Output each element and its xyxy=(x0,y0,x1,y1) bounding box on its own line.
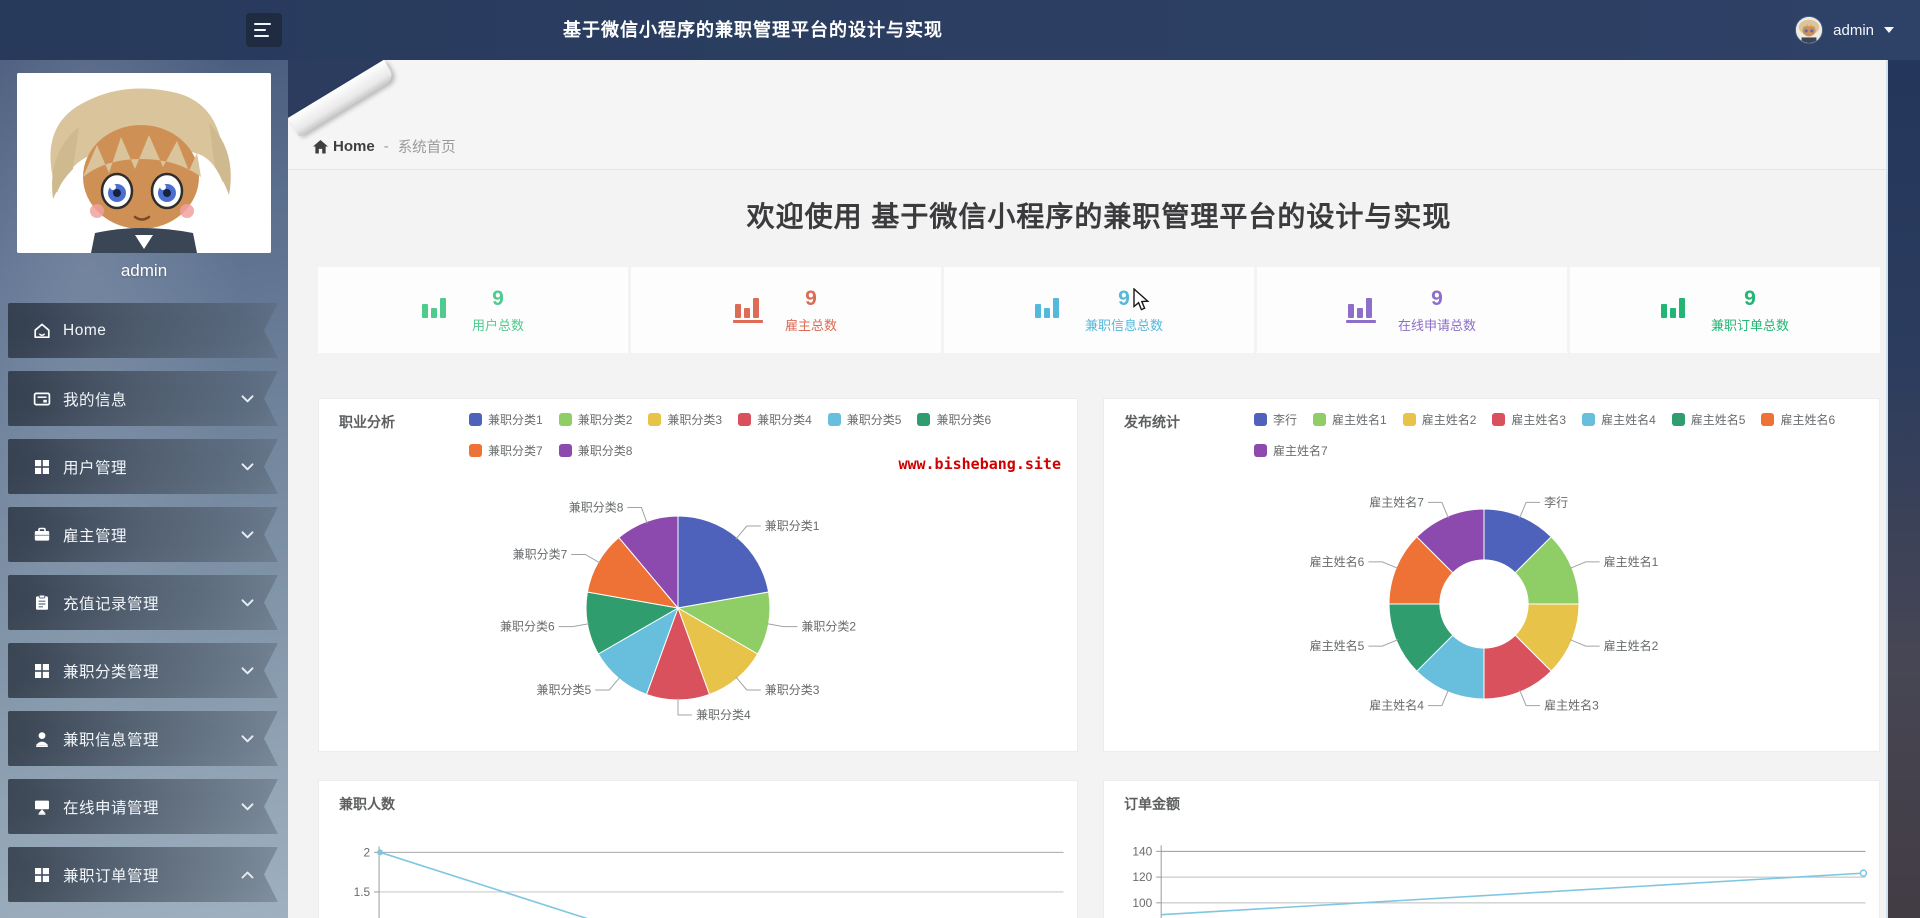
grid-icon xyxy=(32,661,52,681)
breadcrumb-current: 系统首页 xyxy=(397,140,456,156)
stat-label: 在线申请总数 xyxy=(1397,317,1476,333)
sidebar-item-employer-mgmt[interactable]: 雇主管理 xyxy=(8,507,278,562)
stat-label: 雇主总数 xyxy=(784,317,837,333)
svg-text:1.5: 1.5 xyxy=(354,885,371,899)
breadcrumb-home-link[interactable]: Home xyxy=(313,138,375,155)
bar-chart-icon xyxy=(1034,297,1059,323)
svg-text:兼职分类6: 兼职分类6 xyxy=(500,620,555,634)
svg-text:2: 2 xyxy=(364,845,371,859)
panel-career-analysis: 职业分析 兼职分类1 兼职分类2 兼职分类3 兼职分类4 兼职分类5 兼职分类6 兼职分类7… xyxy=(318,398,1078,752)
top-bar: 基于微信小程序的兼职管理平台的设计与实现 admin xyxy=(0,0,1920,60)
user-avatar xyxy=(1795,16,1824,44)
svg-text:兼职分类3: 兼职分类3 xyxy=(765,683,820,697)
svg-text:兼职分类2: 兼职分类2 xyxy=(801,620,856,634)
sidebar-item-job-orders[interactable]: 兼职订单管理 xyxy=(8,847,278,902)
stat-label: 兼职信息总数 xyxy=(1084,317,1163,333)
svg-text:雇主姓名7: 雇主姓名7 xyxy=(1369,494,1424,509)
page-title: 欢迎使用 基于微信小程序的兼职管理平台的设计与实现 xyxy=(746,201,1452,232)
stat-card-4: 9 在线申请总数 xyxy=(1257,267,1567,353)
sidebar: admin Home 我的信息用户管理雇主管理充值记录管理 兼职分类管理 兼职信息管理… xyxy=(0,60,288,918)
sidebar-item-online-apply[interactable]: 在线申请管理 xyxy=(8,779,278,834)
home-icon xyxy=(32,321,52,341)
stat-value: 9 xyxy=(1118,287,1150,311)
donut-chart: 李行雇主姓名1 雇主姓名2 雇主姓名3 雇主姓名4 雇主姓名5 雇主姓名6 雇主姓名7 xyxy=(1310,494,1659,713)
grid-icon xyxy=(32,457,52,477)
sidebar-nav: Home 我的信息用户管理雇主管理充值记录管理 兼职分类管理 兼职信息管理 在线申请管理… xyxy=(0,303,288,902)
username-label: admin xyxy=(1833,21,1874,39)
grid-icon xyxy=(32,865,52,885)
line-chart: 21.5 xyxy=(354,845,1064,918)
bar-chart-icon xyxy=(1345,297,1376,323)
breadcrumb-strip: Home - 系统首页 xyxy=(288,60,1886,170)
chevron-down-icon xyxy=(241,734,254,743)
svg-text:雇主姓名3: 雇主姓名3 xyxy=(1544,698,1599,713)
svg-text:兼职分类4: 兼职分类4 xyxy=(696,708,751,722)
panel-order-amount: 订单金额 140 120 100 xyxy=(1103,780,1880,918)
sidebar-item-home[interactable]: Home xyxy=(8,303,278,358)
sidebar-item-my-info[interactable]: 我的信息 xyxy=(8,371,278,426)
stat-value: 9 xyxy=(1431,286,1443,310)
chevron-down-icon xyxy=(241,598,254,607)
stat-card-2: 9 雇主总数 xyxy=(631,267,941,353)
svg-text:雇主姓名6: 雇主姓名6 xyxy=(1310,554,1365,569)
svg-text:兼职分类1: 兼职分类1 xyxy=(765,519,820,533)
stat-label: 用户总数 xyxy=(471,317,524,333)
svg-text:100: 100 xyxy=(1132,896,1152,910)
svg-text:李行: 李行 xyxy=(1544,494,1568,509)
sidebar-username: admin xyxy=(120,261,168,280)
app-title: 基于微信小程序的兼职管理平台的设计与实现 xyxy=(563,20,943,40)
stat-card-1: 9 用户总数 xyxy=(318,267,628,353)
sidebar-item-job-category[interactable]: 兼职分类管理 xyxy=(8,643,278,698)
chevron-down-icon xyxy=(241,462,254,471)
panel-publish-stats: 发布统计 李行 雇主姓名1 雇主姓名2 雇主姓名3 雇主姓名4 雇主姓名5 雇主姓名6 雇主姓… xyxy=(1103,398,1880,752)
line-chart: 140 120 100 xyxy=(1132,844,1868,918)
svg-text:兼职分类8: 兼职分类8 xyxy=(569,500,624,514)
home-icon xyxy=(313,139,328,154)
svg-text:140: 140 xyxy=(1132,844,1152,858)
svg-text:兼职分类5: 兼职分类5 xyxy=(537,683,592,697)
sidebar-item-job-info[interactable]: 兼职信息管理 xyxy=(8,711,278,766)
hamburger-icon[interactable] xyxy=(246,13,282,47)
stat-card-3: 9 兼职信息总数 xyxy=(944,267,1254,353)
bar-chart-icon xyxy=(1660,297,1685,323)
svg-text:120: 120 xyxy=(1132,870,1152,884)
chevron-down-icon xyxy=(1884,27,1894,33)
stat-value: 9 xyxy=(492,286,504,310)
sidebar-item-recharge-records[interactable]: 充值记录管理 xyxy=(8,575,278,630)
svg-text:雇主姓名4: 雇主姓名4 xyxy=(1369,698,1424,713)
svg-text:兼职分类7: 兼职分类7 xyxy=(513,548,568,562)
stat-card-5: 9 兼职订单总数 xyxy=(1570,267,1880,353)
svg-text:雇主姓名1: 雇主姓名1 xyxy=(1604,554,1659,569)
sidebar-item-user-mgmt[interactable]: 用户管理 xyxy=(8,439,278,494)
svg-text:雇主姓名2: 雇主姓名2 xyxy=(1604,638,1659,653)
stat-value: 9 xyxy=(805,286,817,310)
stat-label: 兼职订单总数 xyxy=(1710,317,1789,333)
briefcase-icon xyxy=(32,525,52,545)
pie-chart: 兼职分类1 兼职分类2 兼职分类3 兼职分类4 兼职分类5 兼职分类6 兼职分类7 兼职分类8 xyxy=(500,500,856,722)
avatar-image xyxy=(17,73,271,253)
panel-job-count: 兼职人数 2 1.5 xyxy=(318,780,1078,918)
chevron-down-icon xyxy=(241,530,254,539)
stat-value: 9 xyxy=(1744,286,1756,310)
user-icon xyxy=(32,729,52,749)
breadcrumb: Home - 系统首页 xyxy=(313,136,456,157)
chevron-down-icon xyxy=(241,666,254,675)
chevron-up-icon xyxy=(241,870,254,879)
id-card-icon xyxy=(32,389,52,409)
mouse-cursor xyxy=(1133,287,1150,311)
main-content: Home - 系统首页 欢迎使用 基于微信小程序的兼职管理平台的设计与实现 9 用… xyxy=(288,60,1888,918)
bar-chart-icon xyxy=(421,297,446,323)
bar-chart-icon xyxy=(732,297,763,323)
user-menu[interactable]: admin xyxy=(1795,0,1894,60)
breadcrumb-separator: - xyxy=(383,138,389,155)
monitor-icon xyxy=(32,797,52,817)
svg-text:雇主姓名5: 雇主姓名5 xyxy=(1310,638,1365,653)
stats-row: 9 用户总数 9 雇主总数 9 兼职信息总数 9 在线申请总数 9 兼职订单总数 xyxy=(318,267,1880,353)
chevron-down-icon xyxy=(241,394,254,403)
chevron-down-icon xyxy=(241,802,254,811)
clipboard-icon xyxy=(32,593,52,613)
